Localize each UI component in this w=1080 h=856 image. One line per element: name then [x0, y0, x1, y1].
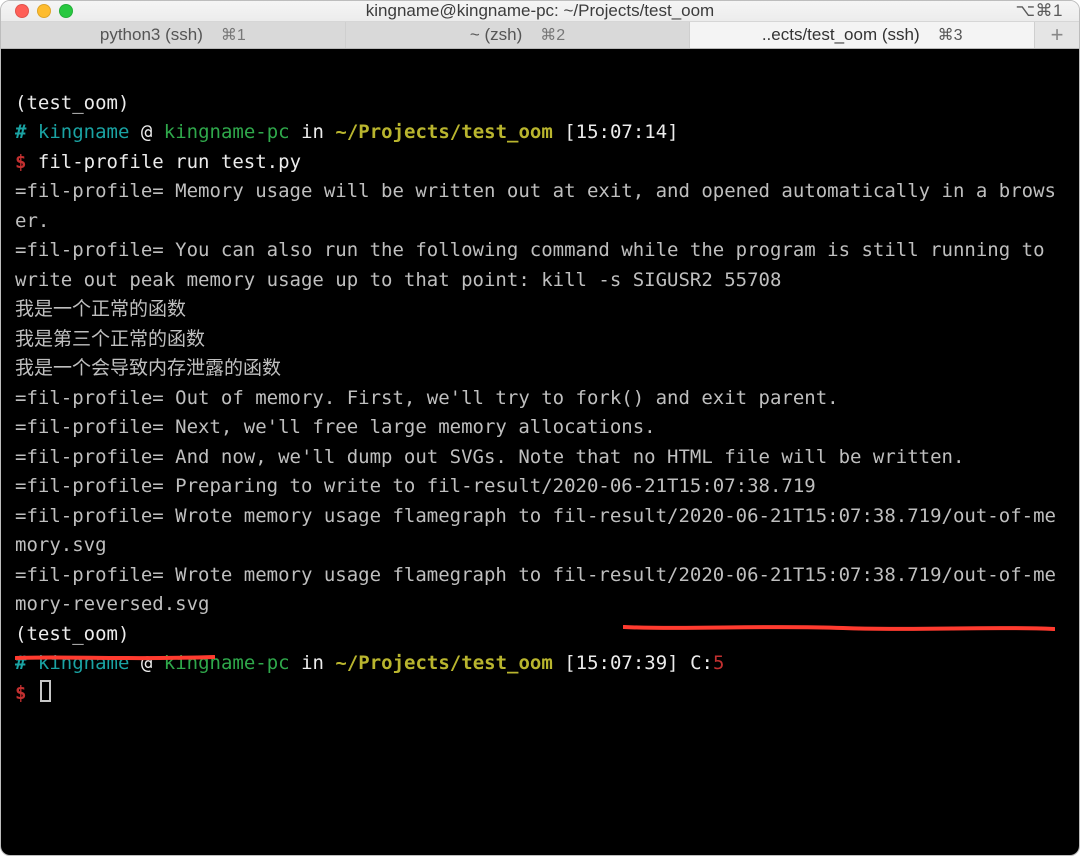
tab-shortcut: ⌘1	[221, 25, 246, 45]
app-window: kingname@kingname-pc: ~/Projects/test_oo…	[0, 0, 1080, 856]
window-title: kingname@kingname-pc: ~/Projects/test_oo…	[1, 1, 1079, 21]
tabbar: python3 (ssh) ⌘1 ~ (zsh) ⌘2 ..ects/test_…	[1, 22, 1079, 49]
prompt-hash: #	[15, 652, 26, 674]
prompt-in: in	[301, 652, 324, 674]
prompt-dollar: $	[15, 151, 26, 173]
prompt-time: [15:07:14]	[564, 121, 678, 143]
titlebar: kingname@kingname-pc: ~/Projects/test_oo…	[1, 1, 1079, 22]
tab-shortcut: ⌘3	[938, 25, 963, 45]
prompt-hash: #	[15, 121, 26, 143]
prompt-path: ~/Projects/test_oom	[335, 121, 552, 143]
window-shortcut: ⌥⌘1	[1015, 1, 1079, 21]
tab-test-oom[interactable]: ..ects/test_oom (ssh) ⌘3	[690, 22, 1035, 48]
prompt-host: kingname-pc	[164, 121, 290, 143]
tab-shortcut: ⌘2	[540, 25, 565, 45]
tab-label: python3 (ssh)	[100, 25, 203, 45]
output-line: =fil-profile= Out of memory. First, we'l…	[15, 387, 839, 409]
prompt-at: @	[141, 652, 152, 674]
prompt-time: [15:07:39]	[564, 652, 678, 674]
output-line: 我是一个会导致内存泄露的函数	[15, 357, 281, 379]
exit-code-label: C:	[690, 652, 713, 674]
terminal[interactable]: (test_oom) # kingname @ kingname-pc in ~…	[1, 49, 1079, 856]
prompt-in: in	[301, 121, 324, 143]
output-line: =fil-profile= Next, we'll free large mem…	[15, 416, 656, 438]
prompt-dollar: $	[15, 682, 26, 704]
exit-code-value: 5	[713, 652, 724, 674]
prompt-at: @	[141, 121, 152, 143]
new-tab-button[interactable]: +	[1035, 22, 1079, 48]
output-line: 我是一个正常的函数	[15, 298, 186, 320]
zoom-icon[interactable]	[59, 4, 73, 18]
output-line: =fil-profile= Memory usage will be writt…	[15, 180, 1056, 232]
prompt-user: kingname	[38, 121, 130, 143]
prompt-host: kingname-pc	[164, 652, 290, 674]
output-line: =fil-profile= You can also run the follo…	[15, 239, 1056, 291]
tab-python3[interactable]: python3 (ssh) ⌘1	[1, 22, 346, 48]
tab-label: ~ (zsh)	[470, 25, 522, 45]
prompt-path: ~/Projects/test_oom	[335, 652, 552, 674]
venv-label: (test_oom)	[15, 623, 129, 645]
output-line: =fil-profile= Wrote memory usage flamegr…	[15, 505, 1056, 557]
plus-icon: +	[1051, 22, 1064, 48]
output-line: =fil-profile= And now, we'll dump out SV…	[15, 446, 964, 468]
output-line: =fil-profile= Preparing to write to fil-…	[15, 475, 816, 497]
output-line: =fil-profile= Wrote memory usage flamegr…	[15, 564, 1056, 616]
prompt-user: kingname	[38, 652, 130, 674]
close-icon[interactable]	[15, 4, 29, 18]
output-line: 我是第三个正常的函数	[15, 328, 205, 350]
cursor-icon	[40, 680, 51, 702]
traffic-lights	[1, 4, 73, 18]
minimize-icon[interactable]	[37, 4, 51, 18]
command-text: fil-profile run test.py	[38, 151, 301, 173]
tab-label: ..ects/test_oom (ssh)	[762, 25, 920, 45]
tab-zsh[interactable]: ~ (zsh) ⌘2	[346, 22, 691, 48]
venv-label: (test_oom)	[15, 92, 129, 114]
